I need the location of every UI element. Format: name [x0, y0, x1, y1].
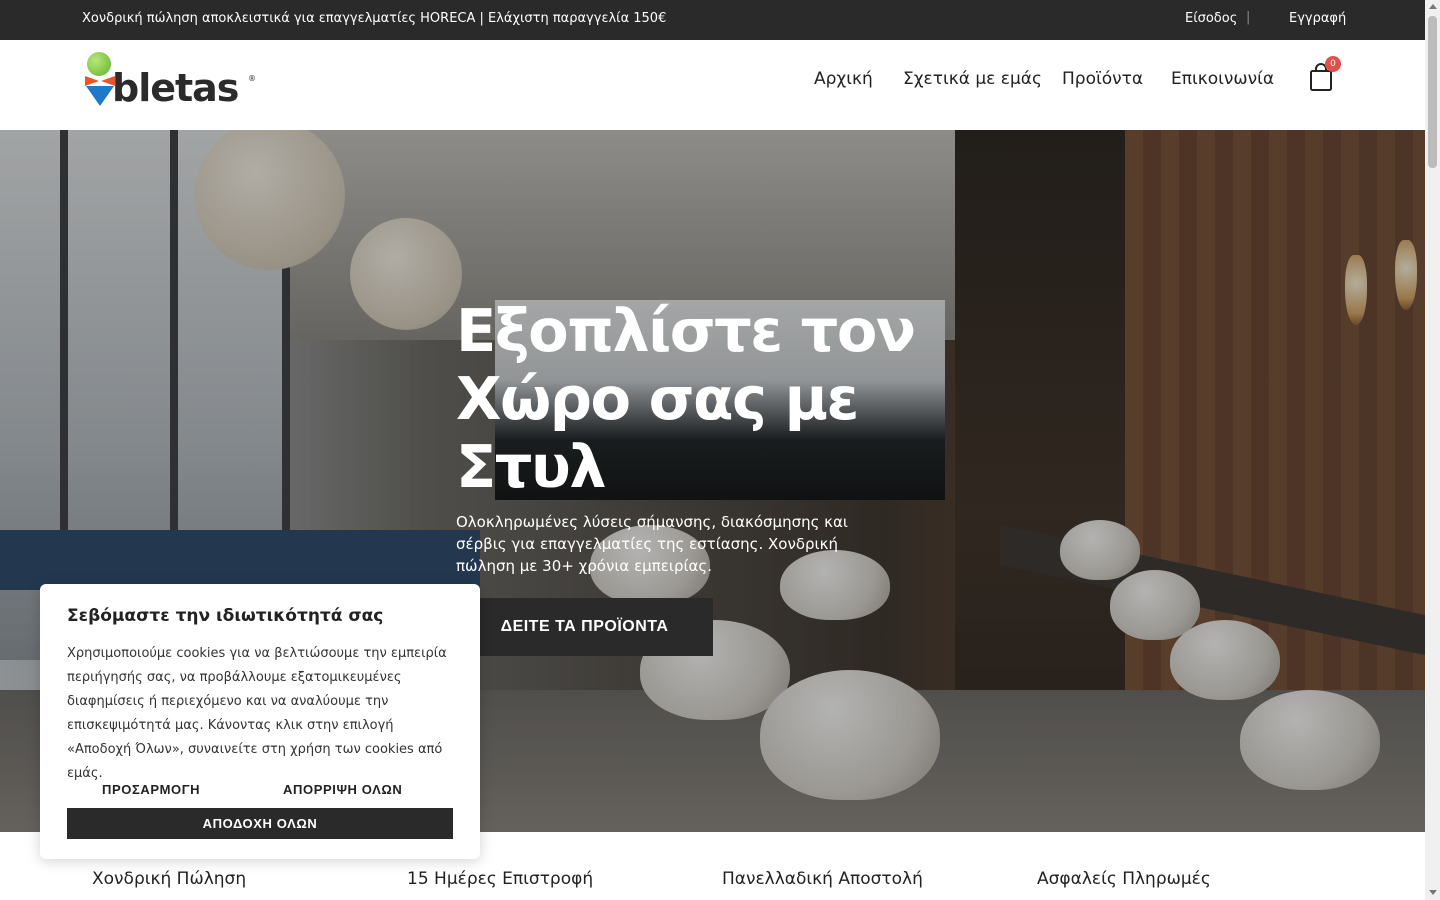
scroll-up-icon[interactable] — [1429, 4, 1437, 9]
feature-returns: 15 Ημέρες Επιστροφή — [407, 869, 594, 889]
hero-subtitle: Ολοκληρωμένες λύσεις σήμανσης, διακόσμησ… — [456, 513, 848, 575]
cookie-customize-button[interactable]: ΠΡΟΣΑΡΜΟΓΗ — [102, 782, 200, 797]
cart-count-badge: 0 — [1325, 56, 1341, 72]
cookie-reject-all-button[interactable]: ΑΠΟΡΡΙΨΗ ΟΛΩΝ — [283, 782, 402, 797]
nav-about[interactable]: Σχετικά με εμάς — [903, 69, 1042, 89]
feature-shipping: Πανελλαδική Αποστολή — [722, 869, 923, 889]
cookie-accept-all-button[interactable]: ΑΠΟΔΟΧΗ ΟΛΩΝ — [67, 808, 453, 839]
top-announcement-bar: Χονδρική πώληση αποκλειστικά για επαγγελ… — [0, 0, 1425, 40]
hero-title: Εξοπλίστε τον Χώρο σας με Στυλ — [456, 296, 916, 501]
cookie-consent-panel: Σεβόμαστε την ιδιωτικότητά σας Χρησιμοπο… — [40, 584, 480, 859]
feature-secure-payments: Ασφαλείς Πληρωμές — [1037, 869, 1211, 889]
announcement-text: Χονδρική πώληση αποκλειστικά για επαγγελ… — [82, 11, 667, 26]
cookie-description: Χρησιμοποιούμε cookies για να βελτιώσουμ… — [67, 646, 447, 781]
link-separator: | — [1246, 10, 1251, 25]
logo-v-mark — [86, 86, 114, 106]
cookie-title: Σεβόμαστε την ιδιωτικότητά σας — [67, 606, 384, 626]
nav-home[interactable]: Αρχική — [814, 69, 873, 89]
scrollbar-thumb[interactable] — [1428, 16, 1437, 168]
site-logo[interactable]: bletas ® — [82, 52, 262, 112]
feature-wholesale: Χονδρική Πώληση — [92, 869, 247, 889]
page-scrollbar[interactable] — [1425, 0, 1440, 900]
cart-button[interactable]: 0 — [1308, 56, 1341, 92]
view-products-button[interactable]: ΔΕΙΤΕ ΤΑ ΠΡΟΪΟΝΤΑ — [456, 598, 713, 656]
logo-ball-mark — [87, 52, 111, 76]
logo-registered-mark: ® — [248, 74, 256, 83]
logo-wordmark: bletas — [112, 66, 239, 110]
site-header: bletas ® Αρχική Σχετικά με εμάς Προϊόντα… — [0, 40, 1425, 130]
nav-contact[interactable]: Επικοινωνία — [1171, 69, 1274, 89]
login-link[interactable]: Είσοδος — [1185, 11, 1237, 26]
register-link[interactable]: Εγγραφή — [1289, 11, 1346, 26]
scroll-down-icon[interactable] — [1429, 890, 1437, 895]
nav-products[interactable]: Προϊόντα — [1062, 69, 1143, 89]
